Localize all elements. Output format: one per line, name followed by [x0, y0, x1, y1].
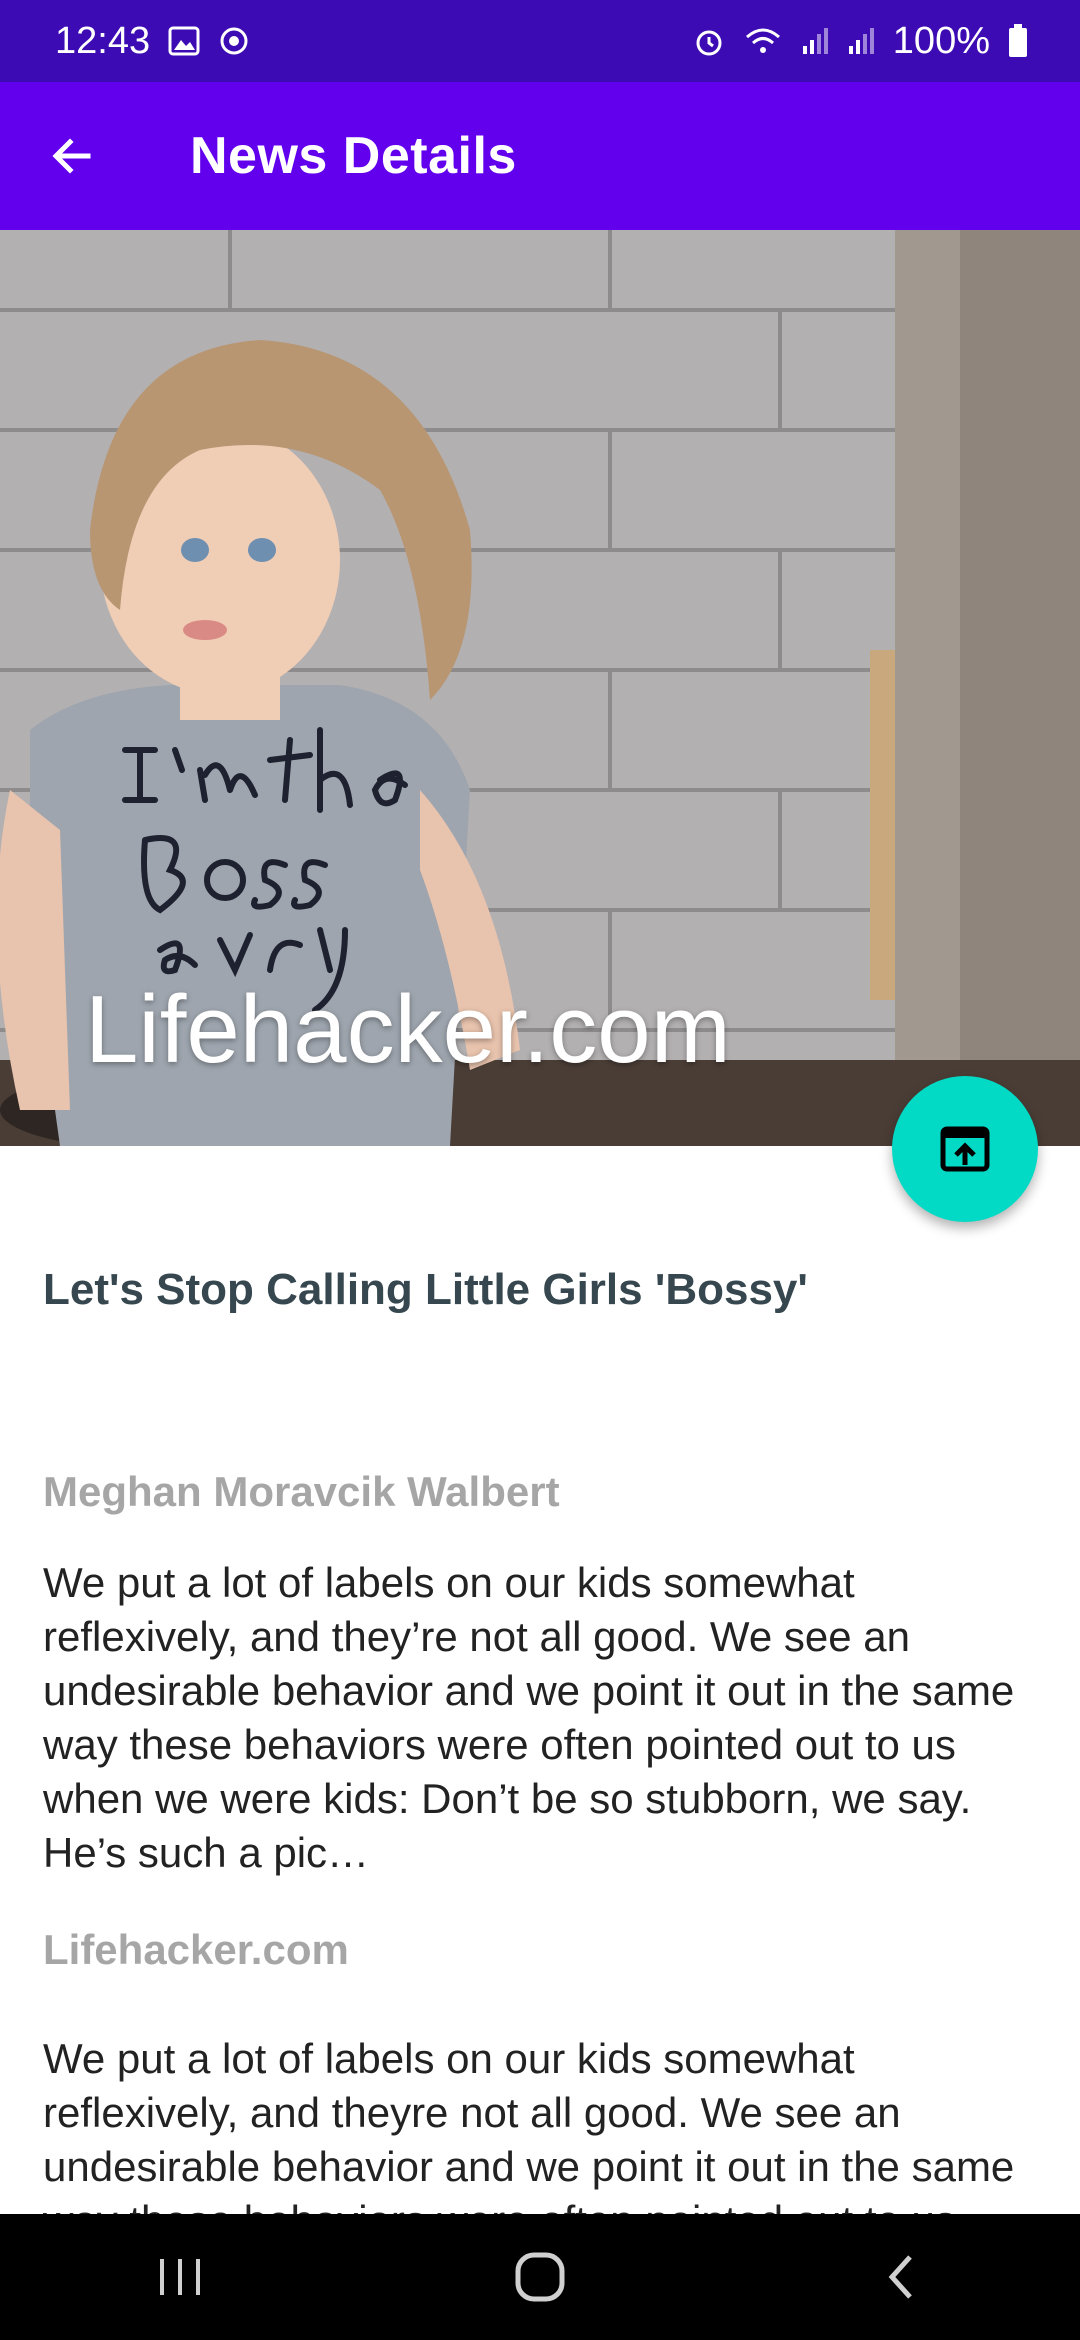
gallery-icon — [168, 26, 200, 56]
wifi-icon — [743, 25, 783, 57]
article-content: Let's Stop Calling Little Girls 'Bossy' … — [43, 1262, 1043, 2302]
app-bar: News Details — [0, 82, 1080, 230]
home-button[interactable] — [480, 2227, 600, 2327]
status-bar: 12:43 100% — [0, 0, 1080, 82]
battery-icon — [1008, 24, 1028, 58]
sync-icon — [218, 25, 250, 57]
recents-icon — [160, 2259, 200, 2295]
hero-image: Lifehacker.com — [0, 230, 1080, 1146]
article-author: Meghan Moravcik Walbert — [43, 1468, 560, 1515]
open-in-browser-button[interactable] — [892, 1076, 1038, 1222]
arrow-back-icon — [52, 138, 91, 174]
article-title: Let's Stop Calling Little Girls 'Bossy' — [43, 1265, 808, 1314]
article-description: We put a lot of labels on our kids somew… — [43, 1559, 1015, 1876]
recents-button[interactable] — [120, 2227, 240, 2327]
signal-icon — [801, 26, 829, 56]
hero-source-label: Lifehacker.com — [85, 976, 731, 1083]
system-nav-bar — [0, 2214, 1080, 2340]
open-in-browser-icon — [940, 1126, 990, 1172]
back-icon — [888, 2255, 912, 2299]
back-button[interactable] — [32, 116, 112, 196]
battery-percent: 100% — [892, 19, 990, 62]
signal-icon — [847, 26, 875, 56]
home-icon — [515, 2252, 565, 2302]
back-nav-button[interactable] — [840, 2227, 960, 2327]
article-source: Lifehacker.com — [43, 1926, 349, 1973]
page-title: News Details — [190, 127, 517, 185]
status-time: 12:43 — [55, 19, 151, 62]
alarm-icon — [693, 25, 725, 57]
